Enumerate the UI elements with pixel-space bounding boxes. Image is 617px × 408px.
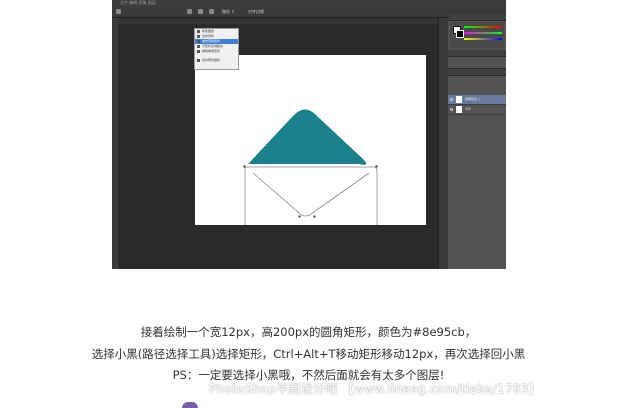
caption-line-1: 接着绘制一个宽12px，高200px的圆角矩形，颜色为#8e95cb， [140, 325, 477, 339]
document-tab[interactable] [118, 18, 438, 24]
layer-name: 背景 [465, 107, 472, 111]
red-slider[interactable] [464, 26, 502, 28]
color-panel[interactable] [450, 22, 504, 48]
path-operations-icon[interactable] [187, 9, 192, 14]
photoshop-screenshot: 文件 编辑 图像 图层 路径 ↕ 对齐边缘 新建图层 合并形状 减去顶层形状 与… [112, 0, 506, 269]
caption-line-2: 选择小黑(路径选择工具)选择矩形，Ctrl+Alt+T移动矩形移动12px，再次… [91, 347, 526, 361]
new-layer-icon [197, 30, 200, 33]
watermark: PhotoShop平面设计吧 【www.lineeg.com/tieba/178… [209, 382, 542, 396]
combine-shapes-icon [197, 35, 200, 38]
layer-thumbnail [456, 96, 462, 103]
teal-roof-shape [247, 109, 367, 165]
canvas-area: 新建图层 合并形状 减去顶层形状 与形状区域相交 排除重叠形状 合并形状组件 [118, 18, 438, 269]
layers-panel-tab[interactable] [448, 69, 506, 76]
layer-name: 圆角矩形 1 [465, 97, 480, 101]
exclude-overlap-icon [197, 50, 200, 53]
blue-slider[interactable] [464, 38, 502, 40]
path-anchor-points [243, 165, 378, 229]
eye-icon[interactable] [450, 108, 453, 111]
eye-icon[interactable] [450, 98, 453, 101]
right-panels: 圆角矩形 1 背景 [448, 14, 506, 269]
document-canvas[interactable] [195, 55, 426, 230]
option-label-path[interactable]: 路径 ↕ [222, 9, 235, 15]
path-op-item[interactable]: 排除重叠形状 [195, 49, 238, 54]
merge-components-icon [197, 59, 200, 62]
color-panel-tab[interactable] [448, 14, 506, 21]
menu-bar-text: 文件 编辑 图像 图层 [120, 0, 156, 5]
option-label-align-edges[interactable]: 对齐边缘 [248, 9, 264, 15]
layers-panel: 圆角矩形 1 背景 [448, 68, 506, 269]
path-alignment-icon[interactable] [198, 9, 203, 14]
options-bar: 路径 ↕ 对齐边缘 [112, 6, 506, 18]
envelope-drawing [243, 109, 378, 230]
green-slider[interactable] [464, 32, 502, 34]
layer-row-background[interactable]: 背景 [448, 105, 506, 115]
path-operations-dropdown[interactable]: 新建图层 合并形状 减去顶层形状 与形状区域相交 排除重叠形状 合并形状组件 [194, 28, 239, 70]
tool-preset-icon[interactable] [116, 9, 121, 14]
subtract-shape-icon [197, 40, 200, 43]
styles-panel-tab[interactable] [448, 50, 506, 57]
envelope-outline-path [244, 166, 378, 230]
path-op-item[interactable]: 合并形状组件 [195, 58, 238, 63]
background-color-swatch[interactable] [456, 30, 464, 38]
intersect-shape-icon [197, 45, 200, 48]
avatar [182, 402, 198, 408]
layer-thumbnail [456, 106, 462, 113]
envelope-flap-path [252, 172, 370, 217]
path-arrangement-icon[interactable] [209, 9, 214, 14]
layer-row-shape[interactable]: 圆角矩形 1 [448, 95, 506, 105]
